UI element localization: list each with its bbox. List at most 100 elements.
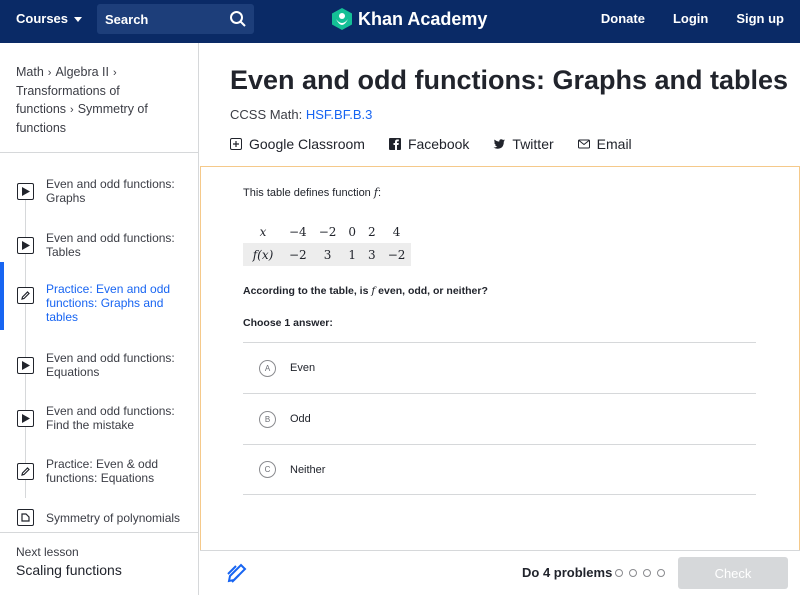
google-classroom-icon	[230, 138, 242, 150]
next-lesson-label: Next lesson	[16, 545, 79, 559]
do-problems-label: Do 4 problems	[522, 565, 613, 580]
pencil-icon	[17, 287, 34, 304]
ccss-prefix: CCSS Math:	[230, 107, 303, 122]
search-placeholder: Search	[105, 11, 149, 27]
facebook-share[interactable]: Facebook	[388, 136, 470, 152]
chevron-right-icon: ›	[70, 104, 74, 116]
play-icon	[17, 237, 34, 254]
choice-text: Odd	[290, 413, 311, 425]
check-button[interactable]: Check	[678, 557, 788, 589]
question-intro: This table defines function f:	[243, 186, 382, 199]
donate-link[interactable]: Donate	[601, 11, 645, 26]
progress-dot	[629, 569, 637, 577]
table-cell: −2	[381, 243, 412, 266]
choice-letter: B	[259, 410, 276, 428]
logo-text: Khan Academy	[358, 8, 488, 29]
share-label: Google Classroom	[249, 136, 365, 152]
share-bar: Google Classroom Facebook Twitter Email	[230, 136, 632, 152]
lesson-item-graphs[interactable]: Even and odd functions: Graphs	[0, 175, 198, 215]
play-icon	[17, 183, 34, 200]
play-icon	[17, 357, 34, 374]
table-row-x: x −4 −2 0 2 4	[243, 220, 411, 243]
share-label: Email	[596, 136, 632, 152]
table-row-fx: f(x) −2 3 1 3 −2	[243, 243, 412, 266]
progress-dot	[657, 569, 665, 577]
chevron-right-icon: ›	[112, 67, 117, 79]
share-label: Facebook	[407, 136, 470, 152]
choice-odd[interactable]: B Odd	[243, 393, 756, 444]
search-icon[interactable]	[229, 10, 247, 28]
lesson-label: Even and odd functions: Graphs	[46, 177, 175, 205]
lesson-item-find-mistake[interactable]: Even and odd functions: Find the mistake	[0, 402, 198, 442]
table-cell: −2	[283, 243, 313, 266]
khan-leaf-icon	[332, 8, 352, 30]
choice-text: Neither	[290, 463, 326, 476]
next-lesson-title: Scaling functions	[16, 562, 122, 578]
answer-choices: A Even B Odd C Neither	[243, 342, 756, 495]
khan-academy-logo[interactable]: Khan Academy	[332, 8, 487, 30]
table-cell: −2	[318, 224, 337, 239]
exercise-panel: This table defines function f: x −4 −2 0…	[200, 166, 800, 550]
pencil-icon	[17, 463, 34, 480]
exercise-footer: Do 4 problems Check	[200, 550, 800, 595]
courses-label: Courses	[16, 11, 69, 26]
email-share[interactable]: Email	[577, 136, 632, 152]
table-cell: 0	[348, 224, 357, 239]
article-icon	[17, 509, 34, 526]
courses-menu-button[interactable]: Courses	[16, 11, 83, 26]
ccss-standard: CCSS Math: HSF.BF.B.3	[230, 107, 372, 122]
question-prefix: According to the table, is	[243, 285, 369, 297]
facebook-icon	[388, 138, 401, 150]
main-content: Even and odd functions: Graphs and table…	[200, 43, 800, 595]
sidebar: Math › Algebra II › Transformations of func…	[0, 43, 199, 595]
intro-text: This table defines function	[243, 187, 371, 199]
table-cell: 4	[392, 224, 401, 239]
chevron-down-icon	[74, 17, 83, 22]
breadcrumb-algebra-ii[interactable]: Algebra II	[55, 65, 109, 79]
table-cell: 3	[312, 243, 343, 266]
twitter-share[interactable]: Twitter	[493, 136, 554, 152]
page-title: Even and odd functions: Graphs and table…	[230, 65, 789, 95]
table-header-fx: f(x)	[243, 243, 283, 266]
lesson-item-practice-graphs-tables[interactable]: Practice: Even and odd functions: Graphs…	[0, 262, 198, 330]
lesson-label: Practice: Even & odd functions: Equation…	[46, 457, 159, 485]
lesson-label: Even and odd functions: Find the mistake	[46, 404, 175, 432]
twitter-icon	[493, 139, 506, 149]
active-indicator	[0, 262, 4, 330]
lesson-label: Symmetry of polynomials	[46, 511, 181, 525]
choice-letter: A	[259, 359, 276, 377]
share-label: Twitter	[512, 136, 554, 152]
scratchpad-pencil-icon[interactable]	[226, 562, 248, 584]
choice-neither[interactable]: C Neither	[243, 444, 756, 495]
lesson-item-symmetry-polynomials[interactable]: Symmetry of polynomials	[0, 504, 198, 534]
lesson-item-equations[interactable]: Even and odd functions: Equations	[0, 349, 198, 389]
login-link[interactable]: Login	[673, 11, 708, 26]
function-variable: f	[373, 186, 378, 199]
question-suffix: even, odd, or neither?	[378, 285, 488, 297]
email-icon	[577, 139, 590, 149]
lesson-label: Even and odd functions: Tables	[46, 231, 175, 259]
progress-dots	[615, 569, 665, 577]
choose-label: Choose 1 answer:	[243, 317, 333, 329]
choice-text: Even	[290, 362, 316, 374]
lesson-label: Practice: Even and odd functions: Graphs…	[46, 282, 171, 324]
table-cell: 1	[342, 243, 363, 266]
lesson-label: Even and odd functions: Equations	[46, 351, 175, 379]
function-table: x −4 −2 0 2 4 f(x) −2 3 1 3 −2	[243, 220, 412, 266]
table-cell: 3	[362, 243, 382, 266]
chevron-right-icon: ›	[47, 67, 52, 79]
ccss-code-link[interactable]: HSF.BF.B.3	[306, 107, 372, 122]
next-lesson-link[interactable]: Next lesson Scaling functions	[0, 532, 198, 595]
breadcrumb: Math › Algebra II › Transformations of func…	[0, 43, 198, 153]
lesson-item-practice-equations[interactable]: Practice: Even & odd functions: Equation…	[0, 455, 198, 495]
search-input[interactable]: Search	[97, 4, 254, 34]
table-header-x: x	[259, 224, 267, 239]
top-nav-bar: Courses Search Khan Academy Donate Login…	[0, 0, 800, 43]
question-variable: f	[371, 285, 376, 297]
google-classroom-share[interactable]: Google Classroom	[230, 136, 365, 152]
breadcrumb-math[interactable]: Math	[16, 65, 44, 79]
choice-even[interactable]: A Even	[243, 342, 756, 393]
progress-dot	[615, 569, 623, 577]
signup-link[interactable]: Sign up	[736, 11, 784, 26]
choice-letter: C	[259, 461, 276, 478]
